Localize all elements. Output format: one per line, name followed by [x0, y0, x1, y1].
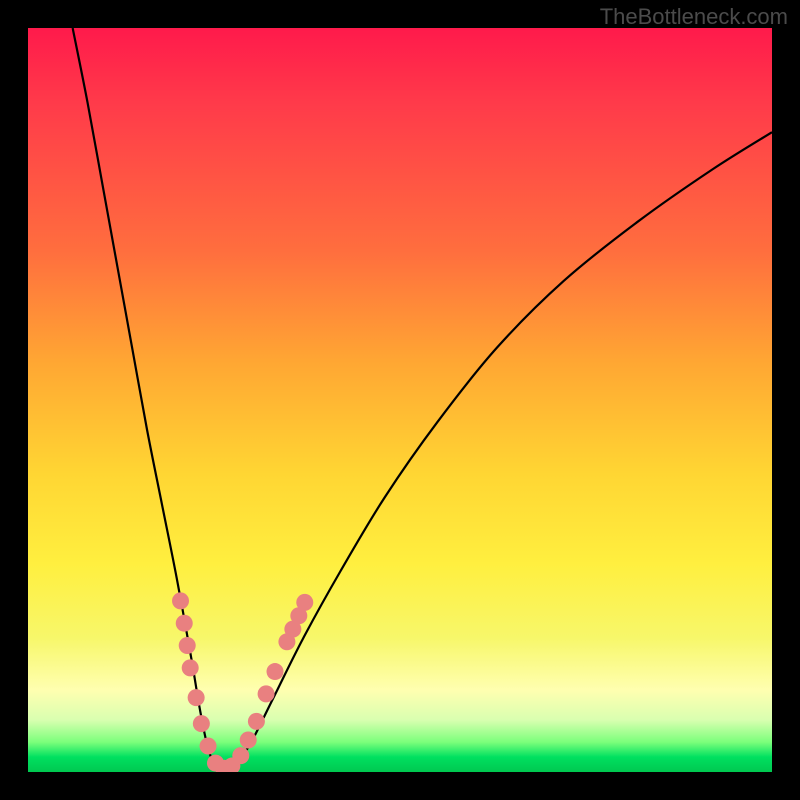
- curve-marker: [179, 637, 196, 654]
- curve-marker: [172, 592, 189, 609]
- bottleneck-curve: [73, 28, 772, 772]
- curve-marker: [296, 594, 313, 611]
- curve-marker: [176, 615, 193, 632]
- curve-marker: [240, 732, 257, 749]
- plot-area: [28, 28, 772, 772]
- curve-marker: [193, 715, 210, 732]
- curve-marker: [200, 737, 217, 754]
- curve-marker: [188, 689, 205, 706]
- curve-marker: [267, 663, 284, 680]
- chart-frame: TheBottleneck.com: [0, 0, 800, 800]
- curve-marker: [248, 713, 265, 730]
- curve-marker: [182, 659, 199, 676]
- watermark-text: TheBottleneck.com: [600, 4, 788, 30]
- curve-layer: [28, 28, 772, 772]
- marker-layer: [172, 592, 313, 772]
- curve-marker: [258, 685, 275, 702]
- curve-marker: [232, 747, 249, 764]
